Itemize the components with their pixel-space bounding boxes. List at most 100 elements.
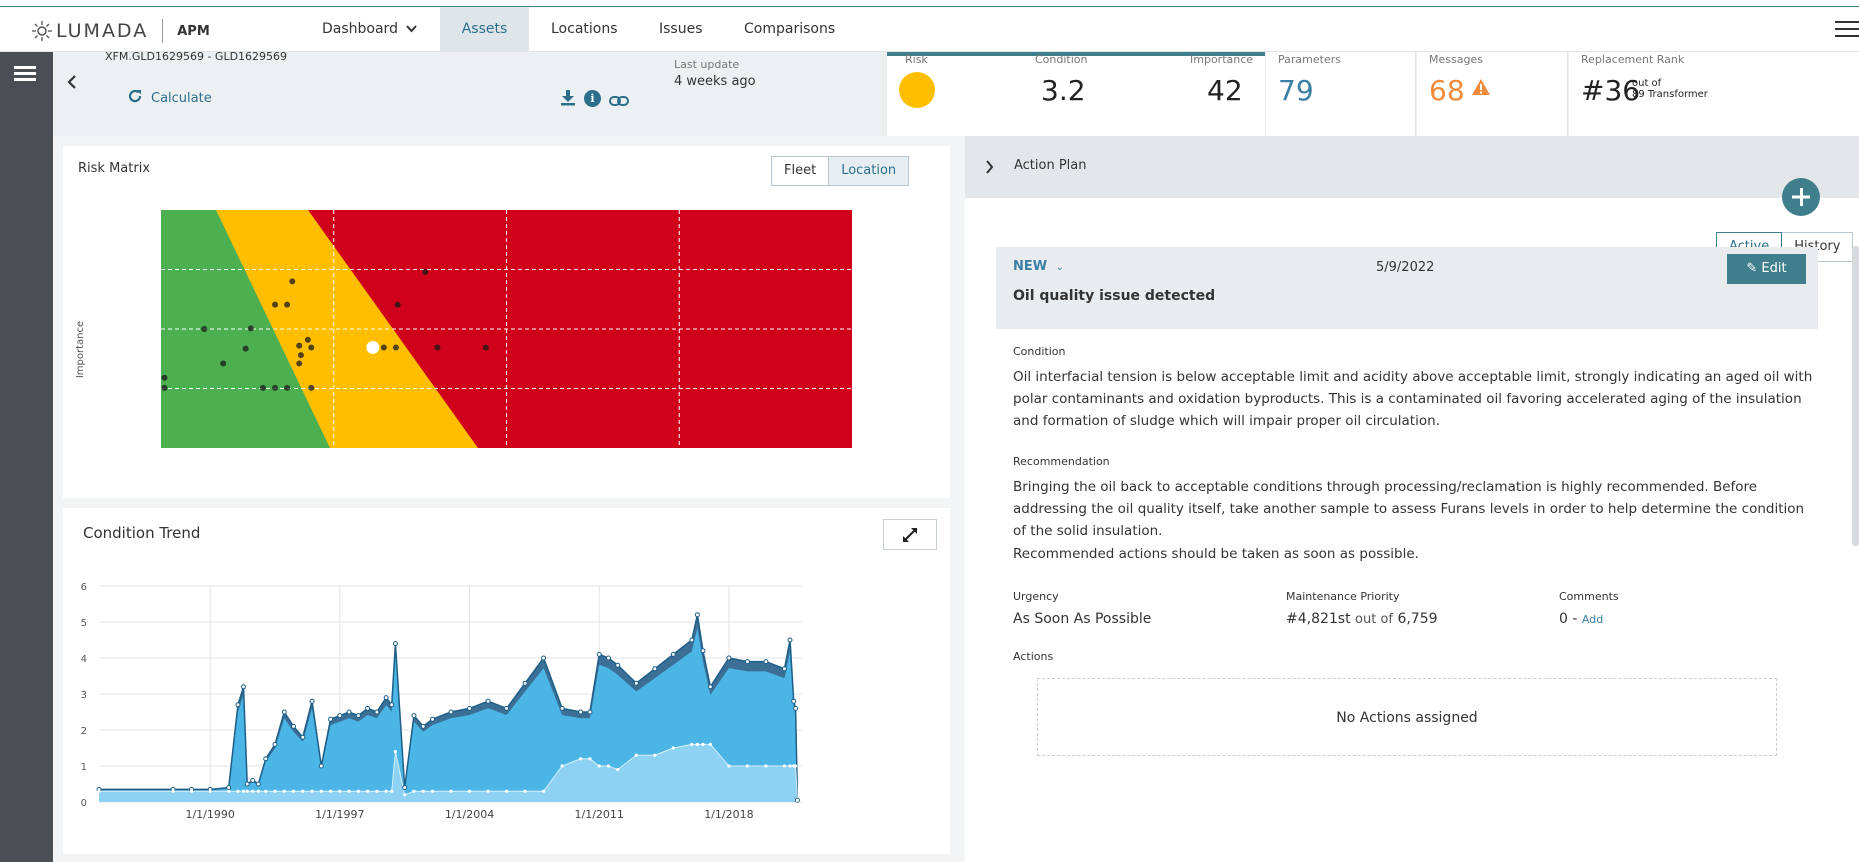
data-point [259, 384, 266, 391]
series-point [587, 709, 593, 715]
calculate-button[interactable]: Calculate [127, 88, 212, 108]
sun-logo-icon [32, 21, 52, 41]
kpi-replacement-rank[interactable]: Replacement Rank #36 out of 89 Transform… [1569, 52, 1859, 136]
series-point [291, 789, 296, 793]
series-point [264, 789, 268, 793]
series-point [670, 651, 676, 657]
comments-row: 0 - Add [1559, 611, 1603, 627]
series-point [355, 713, 361, 719]
nav-issues[interactable]: Issues [659, 7, 703, 52]
data-point [296, 342, 303, 349]
series-point [347, 789, 351, 793]
data-point [482, 344, 489, 351]
series-point [338, 789, 342, 793]
series-point [782, 764, 787, 768]
expand-button[interactable] [883, 519, 937, 550]
logo: LUMADA APM [32, 19, 210, 43]
series-point [633, 680, 639, 686]
series-point [365, 705, 371, 711]
series-point [793, 764, 798, 768]
series-point [383, 695, 389, 701]
last-update-label: Last update [674, 58, 740, 71]
expand-icon [901, 526, 919, 548]
add-action-button[interactable] [1782, 178, 1820, 216]
warning-icon [1471, 78, 1491, 100]
series-point [448, 709, 454, 715]
series-point [281, 709, 287, 715]
info-icon[interactable]: i [584, 90, 601, 107]
importance-value: 42 [1207, 74, 1243, 107]
edit-button[interactable]: ✎ Edit [1727, 254, 1806, 284]
series-point [605, 655, 611, 661]
asset-header: XFM.GLD1629569 - GLD1629569 Calculate i … [53, 50, 887, 136]
data-point [392, 344, 399, 351]
risk-matrix-panel: Risk Matrix Fleet Location Importance [63, 146, 950, 498]
urgency-value: As Soon As Possible [1013, 611, 1152, 627]
recommendation-text: Bringing the oil back to acceptable cond… [1013, 479, 1805, 539]
series-point [328, 716, 334, 722]
chevron-down-icon: ⌄ [1055, 262, 1065, 273]
x-tick-label: 1/1/1990 [185, 808, 234, 821]
no-actions-text: No Actions assigned [1336, 710, 1478, 726]
series-point [559, 705, 565, 711]
series-point [653, 753, 657, 757]
series-point [781, 666, 787, 672]
list-menu-icon[interactable] [14, 66, 36, 84]
status-label: NEW [1013, 259, 1048, 274]
status-dropdown[interactable]: NEW ⌄ [1013, 259, 1064, 274]
location-button[interactable]: Location [829, 157, 909, 185]
series-point [701, 742, 705, 746]
plus-icon [1782, 188, 1820, 220]
nav-dashboard-label: Dashboard [322, 21, 398, 37]
product-name: APM [177, 23, 210, 39]
data-point [242, 345, 249, 352]
action-plan-title: Action Plan [1014, 158, 1087, 173]
data-point [161, 374, 168, 381]
download-icon[interactable] [561, 90, 575, 110]
kpi-parameters[interactable]: Parameters 79 [1266, 52, 1416, 136]
series-point [273, 789, 277, 793]
condition-label: Condition [1035, 53, 1088, 66]
edit-label: Edit [1761, 261, 1787, 276]
data-point [422, 268, 429, 275]
nav-locations[interactable]: Locations [551, 7, 618, 52]
y-tick-label: 6 [81, 582, 87, 593]
series-point [318, 763, 324, 769]
series-point [787, 637, 793, 643]
condition-trend-chart: 0 1 2 3 4 5 6 1/1/1990 1/1/1997 1/1/2004 1/1/2011 1… [81, 582, 803, 821]
risk-matrix-title: Risk Matrix [78, 161, 151, 176]
nav-assets[interactable]: Assets [440, 7, 529, 52]
series-point [241, 684, 247, 690]
series-point [745, 764, 750, 768]
series-point [236, 789, 240, 793]
action-plan-header[interactable]: Action Plan [965, 136, 1859, 198]
series-point [763, 659, 769, 665]
nav-dashboard[interactable]: Dashboard [322, 7, 427, 52]
fleet-button[interactable]: Fleet [772, 157, 830, 185]
data-point [247, 325, 254, 332]
kpi-messages[interactable]: Messages 68 [1417, 52, 1568, 136]
scrollbar[interactable] [1852, 246, 1859, 546]
x-tick-label: 1/1/2018 [704, 808, 753, 821]
series-point [449, 789, 453, 793]
messages-label: Messages [1429, 53, 1483, 66]
series-point [300, 734, 306, 740]
series-point [606, 764, 611, 768]
series-point [764, 764, 768, 768]
add-comment-link[interactable]: Add [1582, 613, 1603, 626]
series-point [726, 655, 732, 661]
back-chevron-icon[interactable] [67, 74, 77, 94]
risk-matrix-chart [161, 210, 852, 448]
priority-total: 6,759 [1397, 611, 1438, 627]
data-point [297, 352, 304, 359]
series-point [795, 798, 800, 802]
series-point [411, 713, 417, 719]
link-icon[interactable] [609, 92, 629, 111]
sidebar [0, 52, 53, 862]
series-point [256, 789, 260, 793]
series-point [226, 785, 232, 791]
menu-icon[interactable] [1835, 21, 1859, 39]
nav-comparisons[interactable]: Comparisons [744, 7, 835, 52]
series-point [522, 680, 528, 686]
series-point [467, 705, 473, 711]
